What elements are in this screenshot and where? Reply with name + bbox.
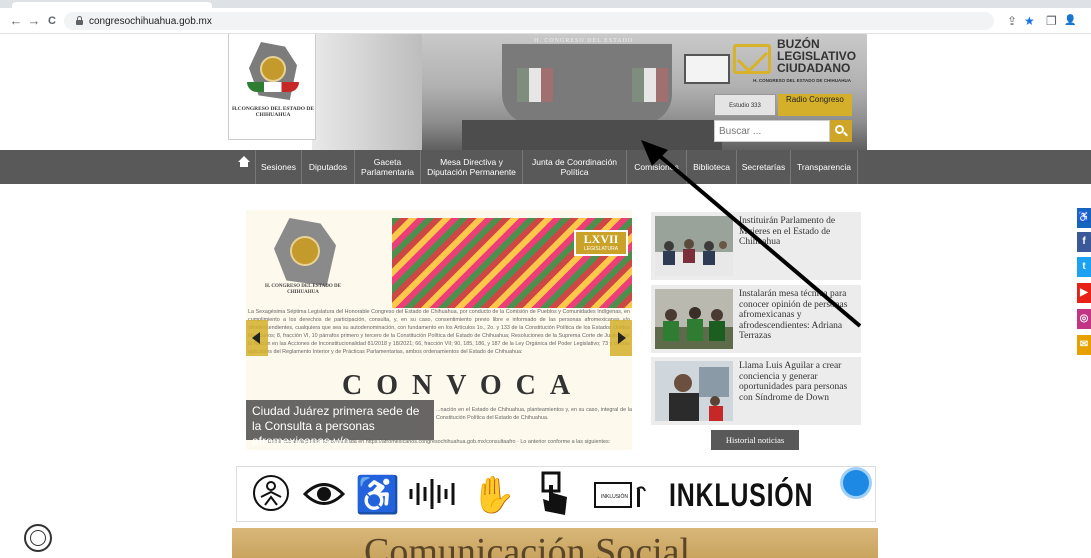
main-nav: Sesiones Diputados Gaceta Parlamentaria … — [0, 150, 1091, 184]
slider-prev-button[interactable] — [246, 320, 268, 356]
nav-transparencia[interactable]: Transparencia — [790, 150, 858, 184]
convoca-heading: CONVOCA — [342, 370, 585, 401]
buzon-subtitle: H. CONGRESO DEL ESTADO DE CHIHUAHUA — [753, 78, 851, 83]
news-slider[interactable]: H. CONGRESO DEL ESTADO DE CHIHUAHUA LXVI… — [246, 210, 632, 450]
instagram-icon[interactable]: ◎ — [1077, 309, 1091, 329]
touch-icon — [541, 471, 567, 515]
buzon-line3: CIUDADANO — [777, 61, 851, 75]
buzon-legislativo-link[interactable]: BUZÓN LEGISLATIVO CIUDADANO H. CONGRESO … — [733, 38, 856, 90]
star-icon[interactable]: ★ — [1024, 13, 1035, 29]
nav-sesiones[interactable]: Sesiones — [255, 150, 301, 184]
youtube-icon[interactable]: ▶ — [1077, 283, 1091, 303]
facebook-icon[interactable]: f — [1077, 232, 1091, 252]
news-thumbnail[interactable] — [655, 289, 733, 349]
slide-org-name: H. CONGRESO DEL ESTADO DE CHIHUAHUA — [265, 284, 341, 295]
eye-icon — [303, 483, 345, 505]
home-icon[interactable] — [238, 156, 250, 168]
nav-gaceta[interactable]: Gaceta Parlamentaria — [354, 150, 420, 184]
search-button[interactable] — [830, 120, 852, 142]
accessibility-icon[interactable]: ♿ — [1077, 208, 1091, 228]
news-item[interactable]: Instalarán mesa técnica para conocer opi… — [651, 285, 861, 353]
site-header: H. CONGRESO DEL ESTADO H.CONGRESO DEL ES… — [0, 34, 1091, 150]
search-input[interactable] — [714, 120, 830, 142]
search-box — [714, 120, 852, 142]
url-text[interactable]: congresochihuahua.gob.mx — [89, 16, 212, 27]
news-thumbnail[interactable] — [655, 361, 733, 421]
slide-foot-text: ...nación en el Estado de Chihuahua, pla… — [436, 407, 632, 421]
share-icon[interactable]: ⇪ — [1007, 13, 1017, 29]
inklusion-device-icon: INKLUSIÓN — [594, 482, 646, 508]
slide-caption[interactable]: Ciudad Juárez primera sede de la Consult… — [246, 400, 434, 450]
mail-icon[interactable]: ✉ — [1077, 335, 1091, 355]
accessibility-widget-button[interactable] — [24, 524, 52, 552]
inklusion-banner[interactable]: ♿ ✋ INKLUSIÓN INKLUSIÓN — [236, 466, 876, 522]
historial-noticias-button[interactable]: Historial noticias — [711, 430, 799, 450]
accessibility-icon — [30, 530, 46, 546]
profile-icon[interactable]: 👤 — [1064, 13, 1076, 29]
nav-mesa-directiva[interactable]: Mesa Directiva y Diputación Permanente — [420, 150, 522, 184]
logo-text: H.CONGRESO DEL ESTADO DE CHIHUAHUA — [231, 106, 315, 118]
sound-wave-icon — [409, 479, 455, 509]
news-thumbnail[interactable] — [655, 216, 733, 276]
lock-icon[interactable] — [76, 16, 83, 25]
reload-icon[interactable]: C — [44, 13, 60, 29]
inklusion-logo-icon — [253, 475, 289, 511]
radio-congreso-label[interactable]: Radio Congreso — [778, 94, 852, 116]
slide-body-text: La Sexagésima Séptima Legislatura del Ho… — [248, 309, 630, 355]
estudio-logo[interactable]: Estudio 333 — [714, 94, 776, 116]
back-icon[interactable]: ← — [8, 13, 24, 29]
slider-next-button[interactable] — [610, 320, 632, 356]
seal-icon — [290, 236, 320, 266]
nav-diputados[interactable]: Diputados — [301, 150, 354, 184]
legislatura-number: LXVII — [583, 232, 619, 246]
envelope-icon — [733, 44, 771, 74]
comunicacion-social-title: Comunicación Social — [364, 531, 691, 558]
flag-icon — [247, 82, 299, 92]
news-title[interactable]: Llama Luis Aguilar a crear conciencia y … — [739, 361, 857, 403]
seal-icon — [260, 56, 286, 82]
browser-toolbar: ← → C congresochihuahua.gob.mx ⇪ ★ ❐ 👤 — [0, 8, 1091, 34]
browser-tab-strip — [0, 0, 1091, 8]
inklusion-mini-logo: INKLUSIÓN — [601, 493, 628, 500]
wheelchair-icon: ♿ — [355, 474, 400, 515]
hero-plaque: H. CONGRESO DEL ESTADO — [534, 38, 634, 44]
congress-logo[interactable]: H.CONGRESO DEL ESTADO DE CHIHUAHUA — [228, 34, 316, 140]
news-item[interactable]: Llama Luis Aguilar a crear conciencia y … — [651, 357, 861, 425]
nav-comisiones[interactable]: Comisiones — [626, 150, 686, 184]
inklusion-word: INKLUSIÓN — [669, 477, 814, 513]
news-title[interactable]: Instalarán mesa técnica para conocer opi… — [739, 289, 857, 342]
twitter-icon[interactable]: t — [1077, 257, 1091, 277]
legislatura-label: LEGISLATURA — [583, 246, 619, 252]
side-panel-icon[interactable]: ❐ — [1046, 13, 1057, 29]
blue-dot-icon — [840, 467, 872, 499]
sign-language-icon: ✋ — [471, 474, 516, 515]
radio-congreso[interactable]: Estudio 333 Radio Congreso — [714, 94, 852, 116]
comunicacion-social-banner[interactable]: Comunicación Social — [232, 528, 878, 558]
forward-icon[interactable]: → — [26, 13, 42, 29]
nav-secretarias[interactable]: Secretarías — [736, 150, 790, 184]
nav-jucopo[interactable]: Junta de Coordinación Política — [522, 150, 626, 184]
news-item[interactable]: Instituirán Parlamento de Mujeres en el … — [651, 212, 861, 280]
legislatura-badge: LXVII LEGISLATURA — [574, 230, 628, 256]
news-title[interactable]: Instituirán Parlamento de Mujeres en el … — [739, 216, 857, 248]
nav-biblioteca[interactable]: Biblioteca — [686, 150, 736, 184]
